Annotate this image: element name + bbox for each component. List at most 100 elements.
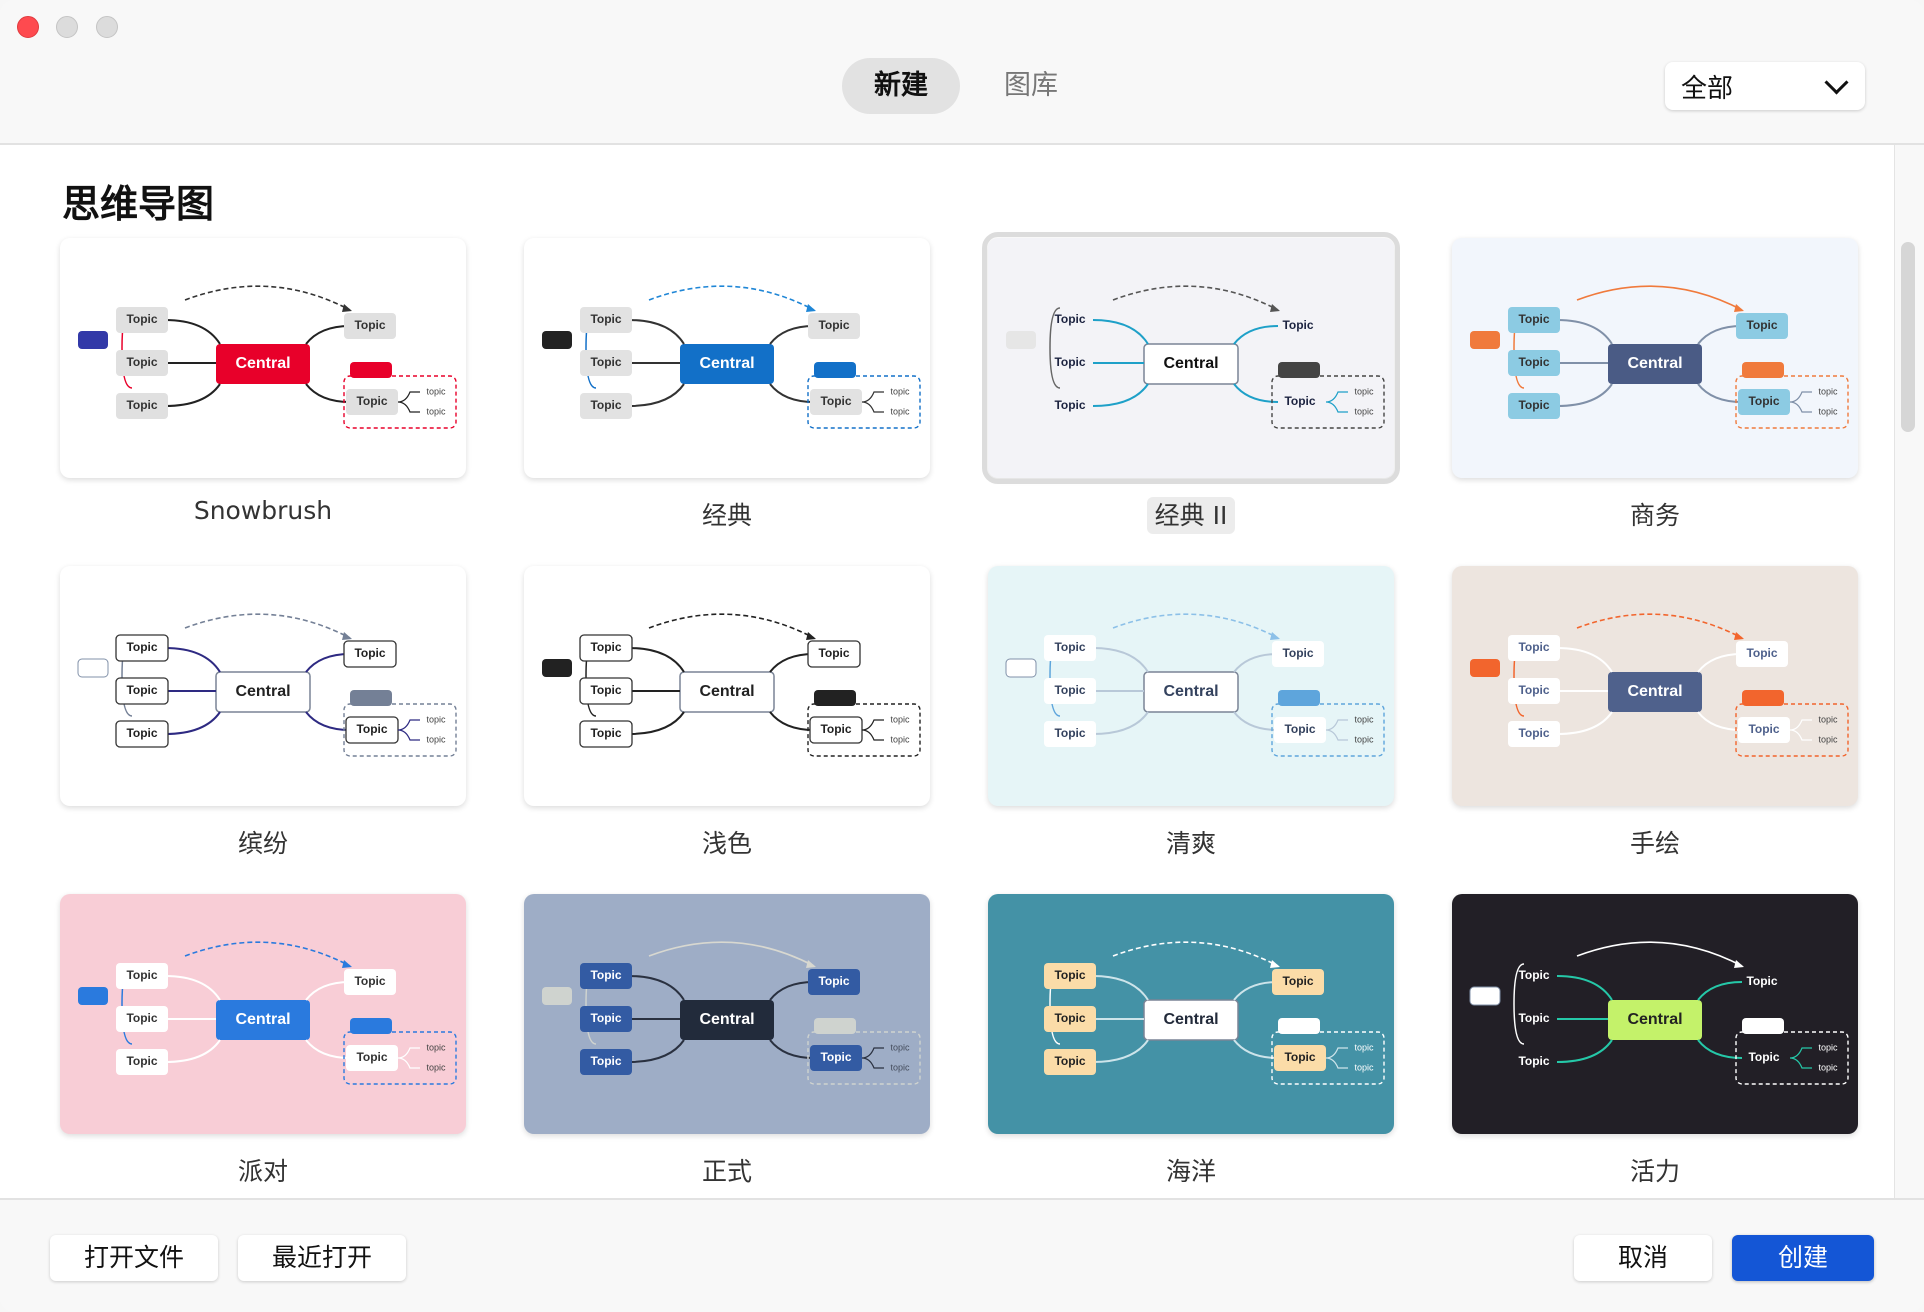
topic-node-label: Topic <box>1748 1050 1779 1064</box>
template-name[interactable]: 派对 <box>60 1152 466 1188</box>
topic-node-label: Topic <box>356 1050 387 1064</box>
category-filter-dropdown[interactable]: 全部 <box>1665 62 1865 110</box>
branch-line <box>628 647 685 673</box>
central-node-label: Central <box>699 355 754 372</box>
template-name[interactable]: 清爽 <box>988 824 1394 860</box>
topic-node-label: Topic <box>1518 312 1549 326</box>
template-name-text: 正式 <box>701 1157 752 1186</box>
subtopic-line <box>861 1047 884 1069</box>
topic-node-label: Topic <box>1054 968 1085 982</box>
tab-gallery[interactable]: 图库 <box>972 58 1090 114</box>
subtopic-label: topic <box>1354 406 1374 416</box>
template-name[interactable]: Snowbrush <box>60 496 466 525</box>
topic-node-label: Topic <box>1284 722 1315 736</box>
open-file-button[interactable]: 打开文件 <box>50 1235 218 1281</box>
central-node-label: Central <box>699 1011 754 1028</box>
template-name[interactable]: 经典 <box>524 496 930 532</box>
arrowhead-icon <box>806 304 816 312</box>
template-card[interactable]: Central Topic Topic Topic Topic Topic topic top… <box>988 894 1394 1134</box>
subtopic-line <box>861 391 884 413</box>
template-card[interactable]: Central Topic Topic Topic Topic Topic topic top… <box>982 232 1400 484</box>
template-preview: Central Topic Topic Topic Topic Topic topic top… <box>1469 941 1849 1085</box>
branch-line <box>164 383 221 407</box>
tab-new[interactable]: 新建 <box>842 58 960 114</box>
branch-line <box>628 319 685 345</box>
topic-node-label: Topic <box>354 318 385 332</box>
subtopic-line <box>1325 1047 1348 1069</box>
cancel-button[interactable]: 取消 <box>1574 1235 1712 1281</box>
template-preview: Central Topic Topic Topic Topic Topic topic top… <box>1470 285 1849 429</box>
topic-node-label: Topic <box>1054 726 1085 740</box>
template-name-text: 浅色 <box>701 829 752 858</box>
template-name[interactable]: 活力 <box>1452 1152 1858 1188</box>
topic-node-label: Topic <box>590 968 621 982</box>
summary-node <box>78 331 108 349</box>
template-card[interactable]: Central Topic Topic Topic Topic Topic topic top… <box>1452 238 1858 478</box>
branch-line <box>628 711 685 735</box>
summary-node <box>1470 659 1500 677</box>
recent-files-button[interactable]: 最近打开 <box>238 1235 406 1281</box>
topic-node-label: Topic <box>1518 1011 1549 1025</box>
branch-line <box>628 975 685 1001</box>
topic-node-label: Topic <box>1284 394 1315 408</box>
template-card[interactable]: Central Topic Topic Topic Topic Topic topic top… <box>1452 566 1858 806</box>
footer-bar: 打开文件 最近打开 取消 创建 <box>0 1198 1924 1312</box>
topic-node-label: Topic <box>1518 968 1549 982</box>
arrowhead-icon <box>1270 304 1280 312</box>
relationship-line <box>184 613 351 639</box>
maximize-window-button[interactable] <box>96 16 118 38</box>
template-card[interactable]: Central Topic Topic Topic Topic Topic topic top… <box>524 894 930 1134</box>
topic-node-label: Topic <box>1054 355 1085 369</box>
subtopic-label: topic <box>426 714 446 724</box>
template-preview: Central Topic Topic Topic Topic Topic topic top… <box>1005 613 1385 757</box>
subtopic-line <box>1789 391 1812 413</box>
branch-line <box>164 647 221 673</box>
relationship-line <box>184 285 351 311</box>
subtopic-label: topic <box>1354 734 1374 744</box>
close-window-button[interactable] <box>17 16 39 38</box>
template-card[interactable]: Central Topic Topic Topic Topic Topic topic top… <box>988 566 1394 806</box>
template-preview: Central Topic Topic Topic Topic Topic topic top… <box>542 613 921 757</box>
subtopic-label: topic <box>426 1042 446 1052</box>
template-card[interactable]: Central Topic Topic Topic Topic Topic topic top… <box>60 238 466 478</box>
topic-node-label: Topic <box>356 722 387 736</box>
minimize-window-button[interactable] <box>56 16 78 38</box>
summary-node <box>77 658 109 678</box>
topic-node-label: Topic <box>126 1011 157 1025</box>
relationship-line <box>648 613 815 639</box>
scrollbar-thumb[interactable] <box>1901 242 1915 432</box>
summary-node <box>1006 331 1036 349</box>
topic-node-label: Topic <box>1748 394 1779 408</box>
template-card[interactable]: Central Topic Topic Topic Topic Topic topic top… <box>524 238 930 478</box>
topic-node-label: Topic <box>1518 355 1549 369</box>
topic-node-label: Topic <box>590 1011 621 1025</box>
subtopic-label: topic <box>1818 714 1838 724</box>
relationship-line <box>1112 285 1279 311</box>
template-name[interactable]: 正式 <box>524 1152 930 1188</box>
template-card[interactable]: Central Topic Topic Topic Topic Topic topic top… <box>524 566 930 806</box>
template-name[interactable]: 缤纷 <box>60 824 466 860</box>
topic-node-label: Topic <box>1054 683 1085 697</box>
topic-node-label: Topic <box>1054 1054 1085 1068</box>
template-list: 思维导图 Central Topic Topic Topic Topic Topic top… <box>0 145 1900 1198</box>
branch-line <box>1092 711 1149 735</box>
subtopic-label: topic <box>426 1062 446 1072</box>
template-name[interactable]: 手绘 <box>1452 824 1858 860</box>
topic-node-label: Topic <box>126 726 157 740</box>
template-name[interactable]: 海洋 <box>988 1152 1394 1188</box>
arrowhead-icon <box>1734 960 1744 968</box>
template-preview: Central Topic Topic Topic Topic Topic topic top… <box>542 285 921 429</box>
template-card[interactable]: Central Topic Topic Topic Topic Topic topic top… <box>60 566 466 806</box>
create-button[interactable]: 创建 <box>1732 1235 1874 1281</box>
relationship-line <box>184 941 351 967</box>
topic-node-label: Topic <box>820 1050 851 1064</box>
template-card[interactable]: Central Topic Topic Topic Topic Topic topic top… <box>1452 894 1858 1134</box>
template-name-text: 商务 <box>1629 501 1680 530</box>
template-card[interactable]: Central Topic Topic Topic Topic Topic topic top… <box>60 894 466 1134</box>
template-name[interactable]: 商务 <box>1452 496 1858 532</box>
template-name[interactable]: 经典 II <box>988 496 1394 534</box>
branch-line <box>1233 653 1279 673</box>
topic-node-label: Topic <box>590 1054 621 1068</box>
template-name[interactable]: 浅色 <box>524 824 930 860</box>
mode-tabs: 新建 图库 <box>842 58 1090 114</box>
